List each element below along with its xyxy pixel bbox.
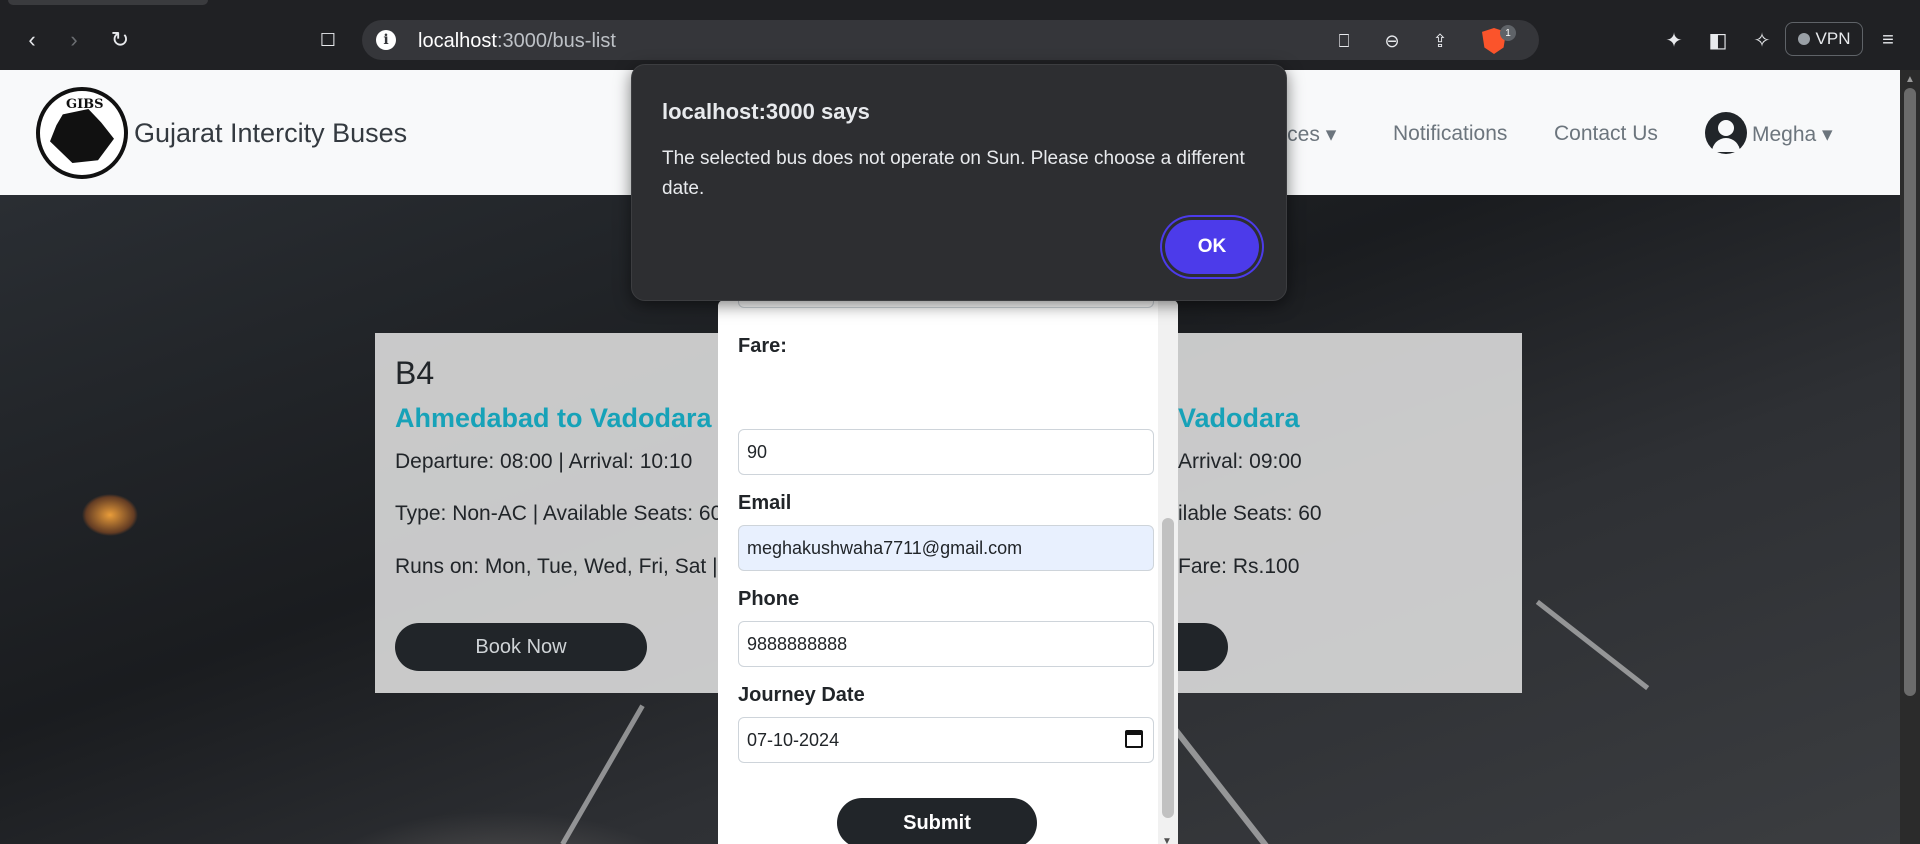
phone-label: Phone bbox=[738, 588, 800, 610]
bus-card: Vadodara Arrival: 09:00 ilable Seats: 60… bbox=[1138, 333, 1522, 693]
url-path: :3000/bus-list bbox=[496, 30, 616, 52]
active-tab[interactable] bbox=[8, 0, 208, 5]
user-menu-dropdown[interactable]: Megha ▾ bbox=[1752, 122, 1833, 147]
road-marking bbox=[1535, 599, 1650, 691]
previous-field-input[interactable] bbox=[738, 300, 1154, 308]
scroll-up-icon[interactable]: ▲ bbox=[1905, 74, 1915, 85]
tab-strip bbox=[0, 0, 1920, 10]
vpn-label: VPN bbox=[1815, 29, 1851, 48]
booking-modal: Fare: 90 Email meghakushwaha7711@gmail.c… bbox=[718, 300, 1178, 844]
nav-notifications[interactable]: Notifications bbox=[1393, 122, 1507, 146]
fare-label: Fare: bbox=[738, 335, 787, 357]
browser-toolbar: ‹ › ↻ ☐ i localhost:3000/bus-list ⎕ ⊖ ⇪ … bbox=[0, 0, 1920, 70]
bus-fare: Fare: Rs.100 bbox=[1178, 555, 1300, 578]
journey-date-label: Journey Date bbox=[738, 684, 865, 706]
share-icon[interactable]: ⇪ bbox=[1428, 29, 1452, 53]
alert-dialog: localhost:3000 says The selected bus doe… bbox=[631, 64, 1287, 301]
menu-icon[interactable]: ≡ bbox=[1872, 24, 1904, 56]
journey-date-input[interactable]: 07-10-2024 bbox=[738, 717, 1154, 763]
alert-message: The selected bus does not operate on Sun… bbox=[662, 148, 1245, 199]
leo-ai-icon[interactable]: ✧ bbox=[1746, 24, 1778, 56]
modal-scrollbar-thumb[interactable] bbox=[1162, 518, 1174, 818]
bus-runs-on: Runs on: Mon, Tue, Wed, Fri, Sat | F bbox=[395, 555, 737, 578]
bus-times: Arrival: 09:00 bbox=[1178, 450, 1302, 473]
fare-input[interactable]: 90 bbox=[738, 429, 1154, 475]
forward-icon[interactable]: › bbox=[58, 24, 90, 56]
sidebar-icon[interactable]: ◧ bbox=[1702, 24, 1734, 56]
address-bar[interactable]: i localhost:3000/bus-list ⎕ ⊖ ⇪ 1 bbox=[362, 20, 1539, 60]
extensions-icon[interactable]: ✦ bbox=[1658, 24, 1690, 56]
page-scrollbar[interactable]: ▲ bbox=[1900, 70, 1920, 844]
journey-date-value: 07-10-2024 bbox=[747, 730, 840, 750]
bus-times: Departure: 08:00 | Arrival: 10:10 bbox=[395, 450, 693, 473]
bookmark-icon[interactable]: ☐ bbox=[312, 24, 344, 56]
bus-type-seats: ilable Seats: 60 bbox=[1178, 502, 1322, 525]
shields-count-badge: 1 bbox=[1500, 25, 1516, 41]
logo-text: GIBS bbox=[66, 97, 104, 112]
brand-name[interactable]: Gujarat Intercity Buses bbox=[134, 118, 407, 149]
site-info-icon[interactable]: i bbox=[376, 30, 396, 50]
email-field[interactable]: meghakushwaha7711@gmail.com bbox=[738, 525, 1154, 571]
bus-id: B4 bbox=[395, 355, 435, 391]
road-marking bbox=[560, 704, 645, 844]
page-scrollbar-thumb[interactable] bbox=[1904, 88, 1916, 696]
reload-icon[interactable]: ↻ bbox=[104, 24, 136, 56]
scroll-down-icon[interactable]: ▼ bbox=[1162, 836, 1172, 844]
alert-title: localhost:3000 says bbox=[662, 99, 870, 124]
phone-field[interactable]: 9888888888 bbox=[738, 621, 1154, 667]
user-name: Megha bbox=[1752, 123, 1817, 146]
bus-type-seats: Type: Non-AC | Available Seats: 60 bbox=[395, 502, 723, 525]
bus-route: Vadodara bbox=[1178, 403, 1300, 433]
url-text[interactable]: localhost:3000/bus-list bbox=[418, 30, 616, 53]
modal-scrollbar[interactable]: ▼ bbox=[1158, 300, 1178, 844]
gibs-logo[interactable]: GIBS bbox=[36, 87, 128, 179]
url-host: localhost bbox=[418, 30, 497, 52]
submit-button[interactable]: Submit bbox=[837, 798, 1037, 844]
gujarat-map-icon bbox=[50, 109, 114, 163]
vpn-status-icon bbox=[1797, 33, 1810, 45]
email-label: Email bbox=[738, 492, 792, 514]
calendar-icon[interactable] bbox=[1125, 730, 1143, 748]
vpn-button[interactable]: VPN bbox=[1785, 22, 1863, 56]
install-app-icon[interactable]: ⎕ bbox=[1332, 29, 1356, 53]
bus-route: Ahmedabad to Vadodara bbox=[395, 403, 712, 433]
nav-contact-us[interactable]: Contact Us bbox=[1554, 122, 1658, 146]
back-icon[interactable]: ‹ bbox=[16, 24, 48, 56]
book-now-button[interactable]: Book Now bbox=[395, 623, 647, 671]
user-avatar-icon[interactable] bbox=[1705, 112, 1747, 154]
zoom-icon[interactable]: ⊖ bbox=[1380, 29, 1404, 53]
ok-button[interactable]: OK bbox=[1165, 220, 1259, 274]
